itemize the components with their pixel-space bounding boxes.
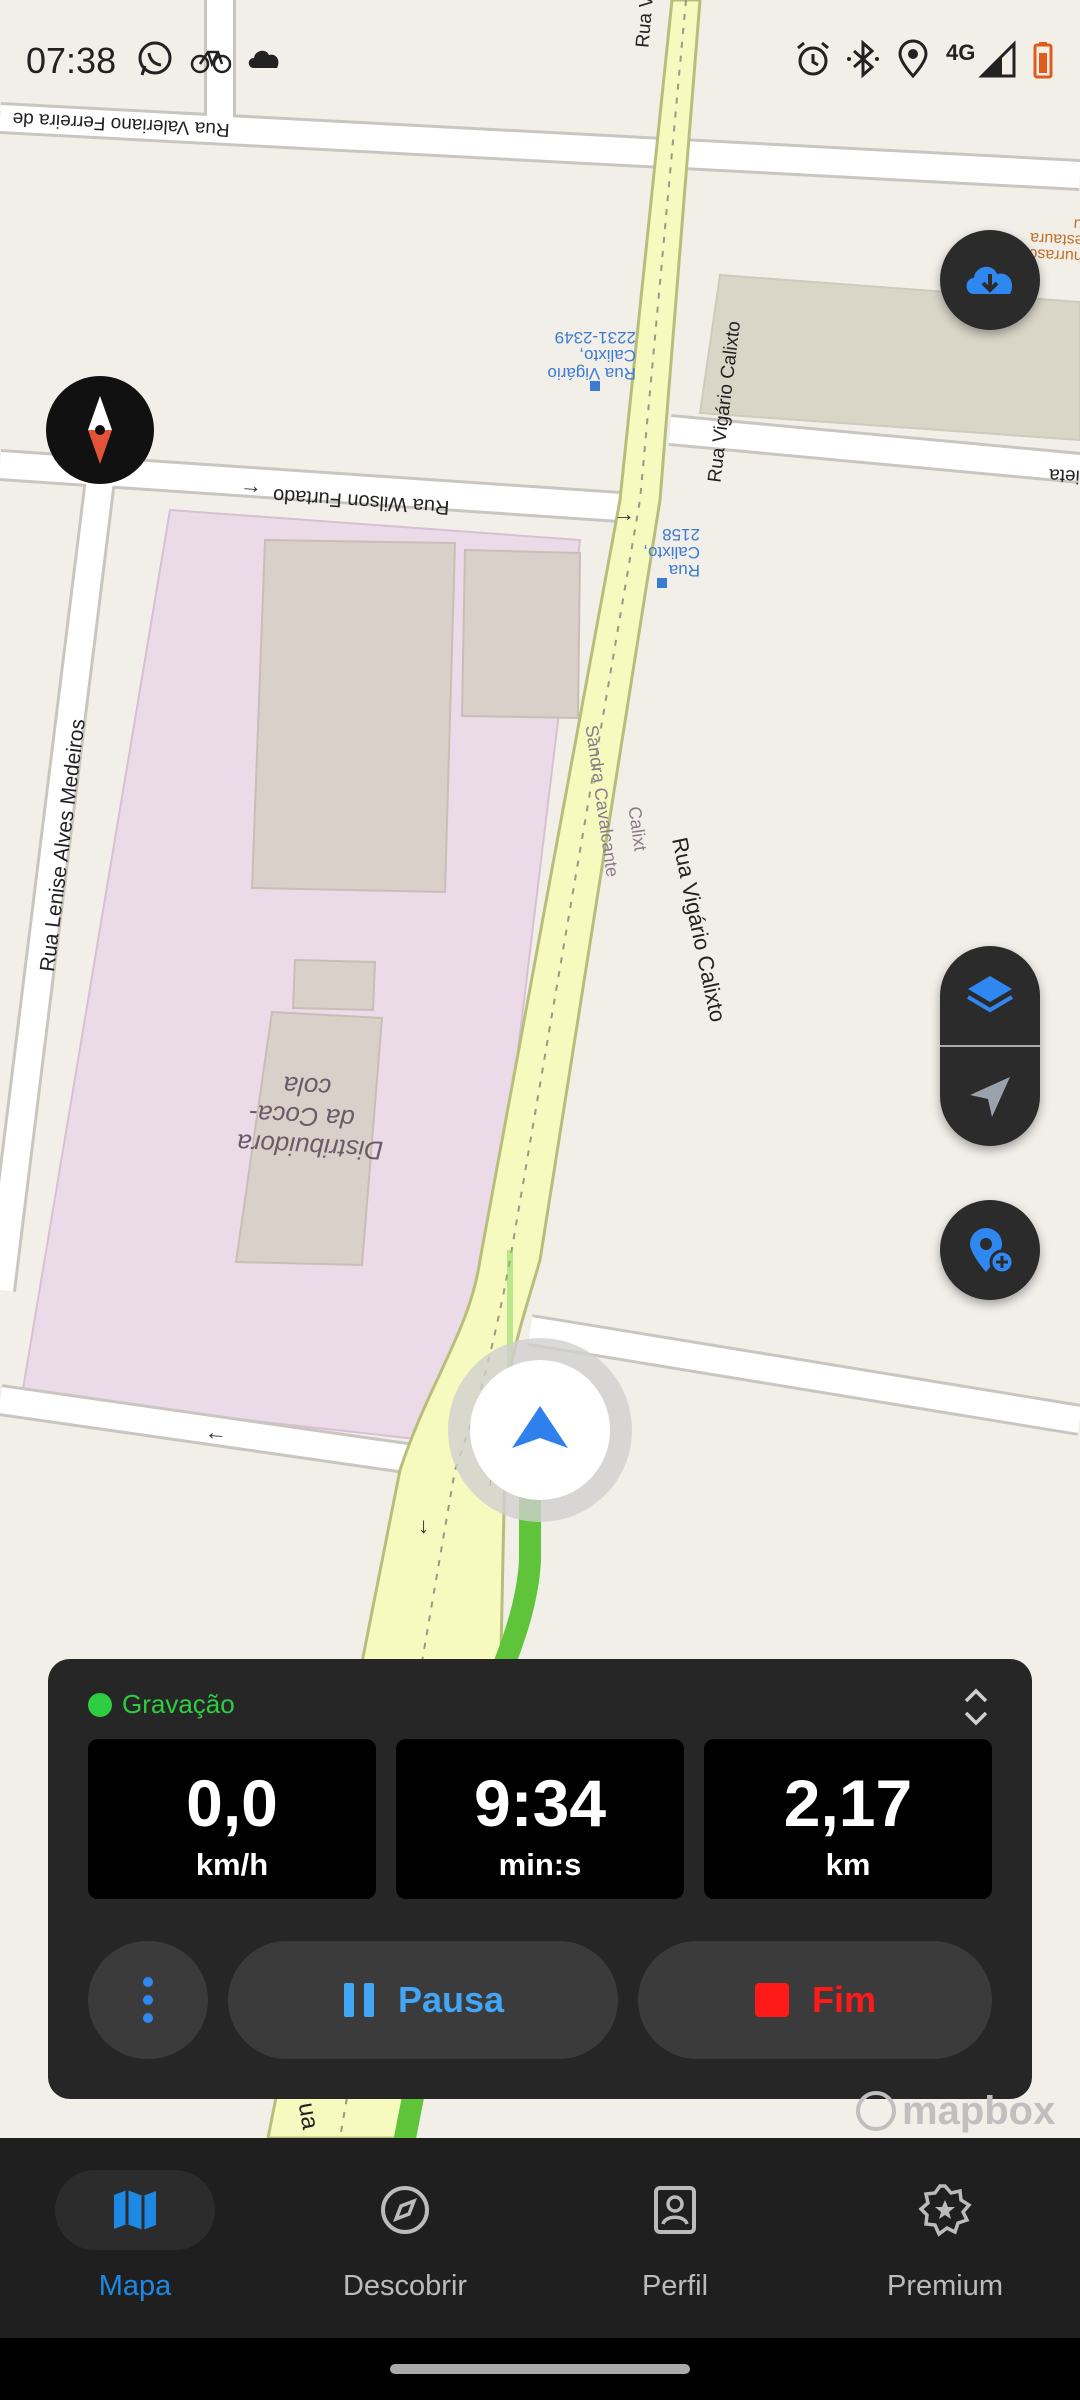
nav-label-premium: Premium [886,2270,1003,2302]
recording-indicator [88,1693,112,1717]
recenter-location-button[interactable] [940,1047,1040,1146]
duration-stat: 9:34 min:s [396,1739,684,1899]
building [250,538,457,894]
nav-tab-premium[interactable]: Premium [810,2170,1080,2320]
svg-text:←: ← [204,1419,228,1445]
nav-label-discover: Descobrir [342,2270,468,2302]
nav-label-map: Mapa [98,2270,172,2302]
alarm-icon [797,41,829,76]
nav-tab-discover[interactable]: Descobrir [270,2170,540,2320]
nav-tab-profile[interactable]: Perfil [540,2170,810,2320]
home-gesture-bar[interactable] [390,2364,690,2374]
cloud-download-icon [966,266,1013,294]
svg-text:→: → [415,1516,440,1538]
svg-text:cola: cola [283,1071,332,1103]
profile-icon [654,2186,696,2234]
map-icon [114,2190,156,2230]
battery-icon [1033,42,1053,79]
svg-text:Calixto,: Calixto, [643,543,700,562]
more-options-button[interactable] [88,1941,208,2059]
pause-button[interactable]: Pausa [228,1941,618,2059]
cloud-icon [248,50,279,68]
svg-text:da Coca-: da Coca- [248,1099,355,1134]
bus-stop-icon [590,381,600,391]
compass-button[interactable] [46,376,154,484]
svg-text:→: → [613,501,635,526]
nav-label-profile: Perfil [641,2270,709,2302]
stop-icon [754,1983,789,2017]
stop-button[interactable]: Fim [638,1941,992,2059]
download-offline-map-button[interactable] [940,230,1040,330]
building [291,958,377,1012]
mapbox-logo: mapbox [856,2087,1055,2134]
svg-text:Mu: Mu [1073,215,1080,233]
stop-label: Fim [811,1979,876,2020]
speed-unit: km/h [195,1847,269,1882]
distance-stat: 2,17 km [704,1739,992,1899]
navigation-arrow-icon [970,1076,1010,1117]
location-icon [898,39,928,79]
recording-status: Gravação [122,1689,235,1719]
svg-text:2231-2349: 2231-2349 [555,328,636,347]
street-label: ua [293,2100,324,2132]
pause-label: Pausa [397,1979,505,2020]
layers-button[interactable] [940,946,1040,1045]
premium-badge-icon [918,2184,972,2237]
compass-discover-icon [381,2186,429,2234]
bluetooth-icon [847,39,879,79]
bus-stop-icon [657,578,667,588]
distance-value: 2,17 [783,1766,913,1840]
mapbox-mark-icon [856,2091,896,2132]
svg-text:→: → [239,472,263,498]
distance-unit: km [825,1847,871,1882]
map-control-stack [940,946,1040,1146]
recording-panel: Gravação 0,0 km/h 9:34 min:s 2,17 km Pau… [48,1659,1032,2099]
expand-collapse-icon[interactable] [954,1683,998,1731]
svg-text:Rua Vigário: Rua Vigário [547,364,636,383]
duration-value: 9:34 [473,1766,607,1840]
whatsapp-icon [138,41,172,76]
svg-text:Calixto,: Calixto, [579,346,636,365]
street-label: ieta [1048,464,1080,487]
status-bar: 07:38 4G [0,0,1080,120]
speed-stat: 0,0 km/h [88,1739,376,1899]
add-location-icon [970,1228,1015,1275]
more-vertical-icon [143,1977,153,2023]
bottom-navigation: Mapa Descobrir Perfil Premium [0,2138,1080,2338]
signal-4g-icon [978,40,1016,78]
network-type: 4G [946,40,976,65]
current-position-marker [448,1338,632,1522]
bicycle-icon [190,50,232,74]
nav-tab-map[interactable]: Mapa [0,2170,270,2320]
pause-icon [343,1983,374,2017]
add-location-button[interactable] [940,1200,1040,1300]
compass-icon [88,396,112,464]
status-time: 07:38 [26,40,117,81]
layers-icon [966,975,1014,1012]
building [460,548,582,720]
svg-text:2158: 2158 [662,525,700,544]
speed-value: 0,0 [186,1766,278,1840]
duration-unit: min:s [498,1847,582,1882]
svg-text:Restaura: Restaura [1030,229,1080,249]
svg-text:Rua: Rua [668,561,700,580]
